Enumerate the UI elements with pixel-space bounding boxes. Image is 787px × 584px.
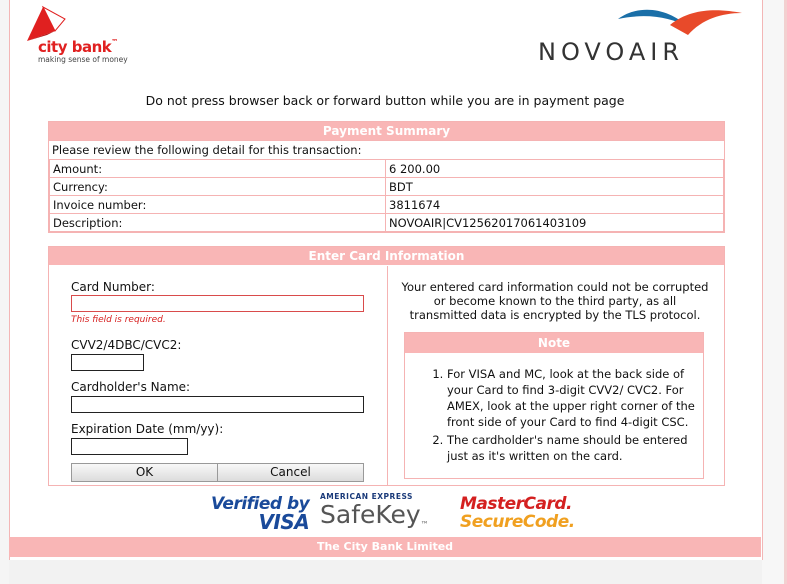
citybank-tm: ™ xyxy=(111,38,118,46)
payment-summary-intro: Please review the following detail for t… xyxy=(49,140,724,159)
description-value: NOVOAIR|CV12562017061403109 xyxy=(385,213,724,232)
citybank-name-text: city bank xyxy=(38,38,112,56)
note-panel: Note For VISA and MC, look at the back s… xyxy=(404,332,704,479)
card-info-column: Your entered card information could not … xyxy=(388,266,724,485)
table-row: Currency: BDT xyxy=(49,177,724,196)
cancel-button[interactable]: Cancel xyxy=(217,463,364,482)
novoair-name: NOVOAIR xyxy=(538,38,685,66)
expiration-date-input[interactable] xyxy=(71,438,188,455)
table-row: Description: NOVOAIR|CV12562017061403109 xyxy=(49,213,724,232)
safekey-mark: ™ xyxy=(420,520,429,529)
note-list: For VISA and MC, look at the back side o… xyxy=(405,366,697,466)
invoice-number-value: 3811674 xyxy=(385,195,724,214)
amex-safekey-logo: AMERICAN EXPRESS SafeKey™ xyxy=(320,492,429,529)
mastercard-securecode-logo: MasterCard. SecureCode. xyxy=(460,494,575,532)
card-information-body: Card Number: This field is required. CVV… xyxy=(49,266,724,485)
cvv-input[interactable] xyxy=(71,354,144,371)
card-information-panel: Enter Card Information Card Number: This… xyxy=(48,246,725,486)
payment-summary-title: Payment Summary xyxy=(49,122,724,140)
table-row: Amount: 6 200.00 xyxy=(49,159,724,178)
safekey-line2: SafeKey™ xyxy=(320,500,429,529)
ok-button[interactable]: OK xyxy=(71,463,218,482)
card-number-error: This field is required. xyxy=(71,315,166,325)
cardholder-name-input[interactable] xyxy=(71,396,364,413)
table-row: Invoice number: 3811674 xyxy=(49,195,724,214)
description-label: Description: xyxy=(49,213,386,232)
mc-line2: SecureCode. xyxy=(460,512,575,532)
note-item: For VISA and MC, look at the back side o… xyxy=(447,366,697,430)
footer: The City Bank Limited xyxy=(9,537,761,557)
page-right-margin xyxy=(762,0,787,584)
amount-value: 6 200.00 xyxy=(385,159,724,178)
citybank-logo: city bank™ making sense of money xyxy=(25,5,135,65)
note-item: The cardholder's name should be entered … xyxy=(447,432,697,464)
safekey-text: SafeKey xyxy=(320,500,421,529)
invoice-number-label: Invoice number: xyxy=(49,195,386,214)
expiration-date-label: Expiration Date (mm/yy): xyxy=(71,422,224,436)
mc-line1: MasterCard. xyxy=(460,494,573,514)
security-info-text: Your entered card information could not … xyxy=(401,280,709,322)
card-form: Card Number: This field is required. CVV… xyxy=(49,266,388,485)
citybank-name: city bank™ xyxy=(38,38,118,56)
payment-summary-panel: Payment Summary Please review the follow… xyxy=(48,121,725,233)
novoair-wing-icon xyxy=(618,9,742,35)
note-title: Note xyxy=(405,333,703,353)
novoair-logo: NOVOAIR xyxy=(530,5,750,66)
payment-summary-table: Amount: 6 200.00 Currency: BDT Invoice n… xyxy=(49,159,724,232)
card-number-input[interactable] xyxy=(71,295,364,312)
page-left-margin xyxy=(0,0,9,584)
cvv-label: CVV2/4DBC/CVC2: xyxy=(71,338,182,352)
security-badges: Verified by VISA AMERICAN EXPRESS SafeKe… xyxy=(200,490,580,536)
citybank-tagline: making sense of money xyxy=(38,55,128,64)
verified-by-visa-logo: Verified by VISA xyxy=(211,494,310,534)
card-information-title: Enter Card Information xyxy=(49,247,724,265)
amount-label: Amount: xyxy=(49,159,386,178)
currency-label: Currency: xyxy=(49,177,386,196)
currency-value: BDT xyxy=(385,177,724,196)
card-number-label: Card Number: xyxy=(71,280,155,294)
navigation-warning: Do not press browser back or forward but… xyxy=(145,93,625,108)
cardholder-name-label: Cardholder's Name: xyxy=(71,380,191,394)
